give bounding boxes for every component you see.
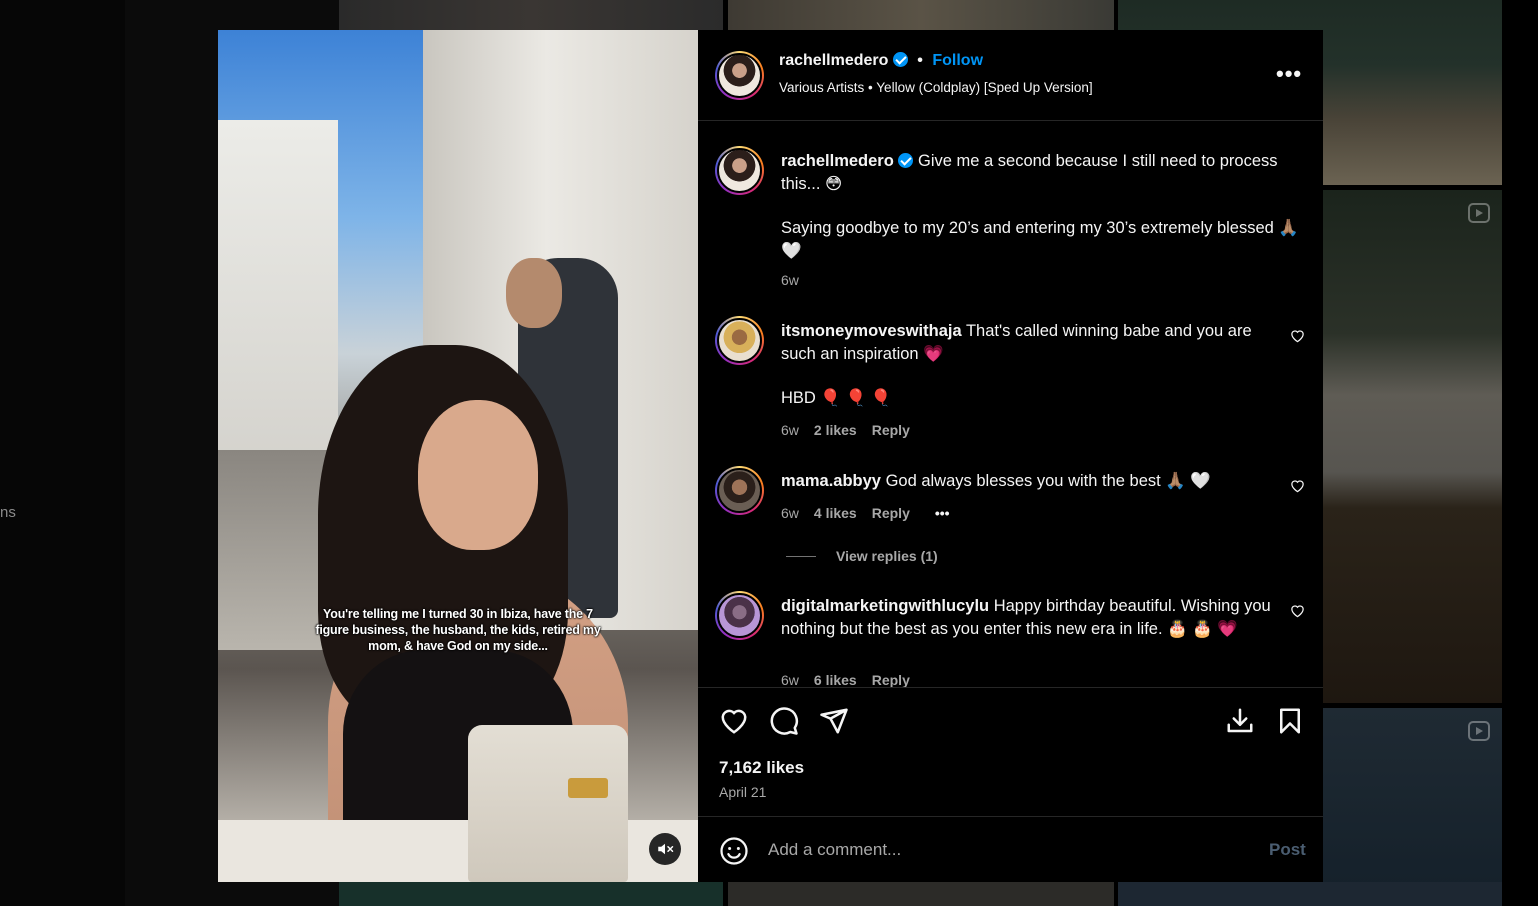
background-grid-tile[interactable] <box>1323 190 1502 703</box>
avatar[interactable] <box>715 591 764 640</box>
heart-icon[interactable] <box>1290 329 1305 343</box>
avatar[interactable] <box>715 466 764 515</box>
heart-icon[interactable] <box>1290 604 1305 618</box>
background-grid-tile[interactable] <box>339 0 723 30</box>
avatar[interactable] <box>715 146 764 195</box>
comment-icon[interactable] <box>769 706 799 736</box>
heart-icon[interactable] <box>719 706 749 736</box>
audio-info: Various Artists • Yellow (Coldplay) [Spe… <box>779 80 1093 95</box>
share-icon[interactable] <box>819 706 849 736</box>
comment-timestamp[interactable]: 6w <box>781 672 799 687</box>
view-replies-button[interactable]: View replies (1) <box>786 548 938 564</box>
audio-artist[interactable]: Various Artists <box>779 80 864 95</box>
background-grid-tile[interactable] <box>728 0 1114 30</box>
background-sidebar <box>0 0 125 906</box>
more-options-icon[interactable]: ••• <box>1276 61 1302 87</box>
comment-username[interactable]: mama.abbyy <box>781 472 881 490</box>
background-grid-tile[interactable] <box>1118 882 1502 906</box>
bookmark-icon[interactable] <box>1275 706 1305 736</box>
post-video[interactable]: You're telling me I turned 30 in Ibiza, … <box>218 30 698 882</box>
reel-icon <box>1468 721 1490 741</box>
reply-button[interactable]: Reply <box>872 422 910 438</box>
comment-text-second: HBD 🎈 🎈 🎈 <box>781 389 892 407</box>
comment-options-icon[interactable]: ••• <box>935 505 950 521</box>
emoji-icon[interactable] <box>719 836 749 866</box>
caption-text-second: Saying goodbye to my 20’s and entering m… <box>781 219 1299 260</box>
post-button[interactable]: Post <box>1269 840 1306 860</box>
separator: • <box>868 80 873 95</box>
comment-timestamp[interactable]: 6w <box>781 422 799 438</box>
verified-badge-icon <box>892 52 908 67</box>
post-details-panel: rachellmedero • Follow Various Artists •… <box>698 30 1323 882</box>
comment-input[interactable] <box>768 837 1238 863</box>
comment-text: God always blesses you with the best 🙏🏽 … <box>885 472 1211 490</box>
follow-button[interactable]: Follow <box>932 52 983 69</box>
video-text-overlay: You're telling me I turned 30 in Ibiza, … <box>315 607 601 653</box>
verified-badge-icon <box>898 153 914 168</box>
speaker-muted-icon <box>658 843 674 855</box>
likes-count[interactable]: 7,162 likes <box>719 758 804 778</box>
heart-icon[interactable] <box>1290 479 1305 493</box>
add-comment-bar: Post <box>698 817 1323 882</box>
mute-button[interactable] <box>649 833 681 865</box>
post-date[interactable]: April 21 <box>719 784 766 800</box>
video-handbag <box>468 725 628 882</box>
comment-timestamp[interactable]: 6w <box>781 505 799 521</box>
comment-likes[interactable]: 4 likes <box>814 505 857 521</box>
comment-username[interactable]: itsmoneymoveswithaja <box>781 322 962 340</box>
separator: • <box>917 52 923 69</box>
background-text-fragment: ns <box>0 504 16 521</box>
reply-button[interactable]: Reply <box>872 505 910 521</box>
avatar[interactable] <box>715 316 764 365</box>
audio-track[interactable]: Yellow (Coldplay) [Sped Up Version] <box>876 80 1092 95</box>
reel-icon <box>1468 203 1490 223</box>
background-grid-tile[interactable] <box>339 882 723 906</box>
header-username[interactable]: rachellmedero <box>779 52 888 69</box>
comment-username[interactable]: digitalmarketingwithlucylu <box>781 597 989 615</box>
comment-likes[interactable]: 2 likes <box>814 422 857 438</box>
caption-timestamp[interactable]: 6w <box>781 272 799 288</box>
download-icon[interactable] <box>1225 706 1255 736</box>
view-replies-label: View replies (1) <box>836 548 938 564</box>
comments-list[interactable]: rachellmedero Give me a second because I… <box>698 122 1323 687</box>
comment-likes[interactable]: 6 likes <box>814 672 857 687</box>
reply-button[interactable]: Reply <box>872 672 910 687</box>
post-header: rachellmedero • Follow Various Artists •… <box>698 30 1323 121</box>
avatar[interactable] <box>715 51 764 100</box>
post-actions: 7,162 likes April 21 <box>698 687 1323 817</box>
background-grid-tile[interactable] <box>728 882 1114 906</box>
caption-username[interactable]: rachellmedero <box>781 152 894 170</box>
